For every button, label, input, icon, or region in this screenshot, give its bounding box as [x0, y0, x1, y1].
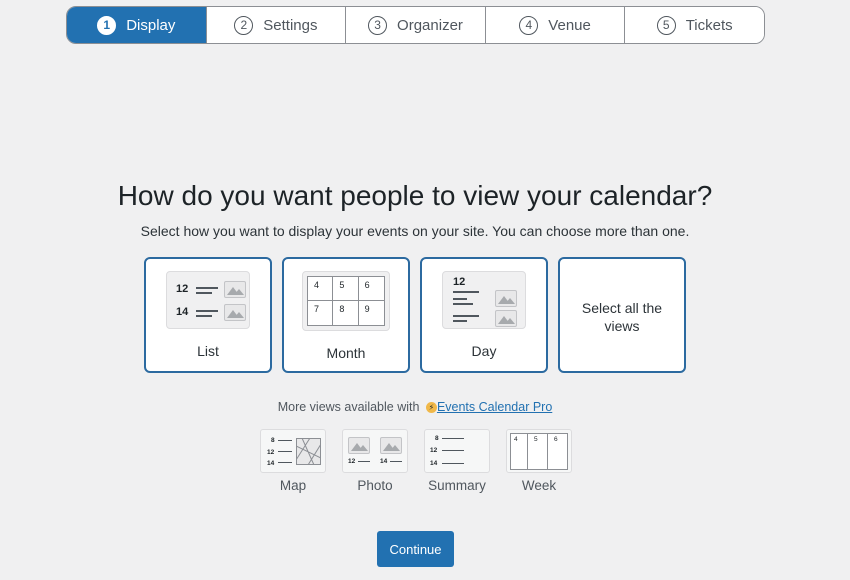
step-settings[interactable]: 2 Settings — [206, 7, 347, 43]
step-tickets[interactable]: 5 Tickets — [625, 7, 764, 43]
step-label: Display — [126, 16, 176, 34]
page-subtitle: Select how you want to display your even… — [140, 223, 690, 239]
pro-view-summary: 8 12 14 Summary — [424, 429, 490, 493]
step-label: Settings — [263, 16, 318, 34]
list-view-icon: 12 14 — [166, 271, 250, 329]
page-title: How do you want people to view your cale… — [117, 180, 713, 211]
step-label: Venue — [548, 16, 591, 34]
map-view-icon: 8 12 14 — [260, 429, 326, 473]
step-organizer[interactable]: 3 Organizer — [346, 7, 486, 43]
wizard-stepper: 1 Display 2 Settings 3 Organizer 4 Venue… — [66, 6, 765, 44]
step-display[interactable]: 1 Display — [67, 7, 207, 43]
continue-button[interactable]: Continue — [377, 531, 454, 567]
step-number: 2 — [234, 15, 254, 35]
view-card-day[interactable]: 12 Day — [420, 257, 548, 373]
view-card-label: Select all the views — [581, 300, 663, 334]
pro-upsell-text: More views available with ⚡ Events Calend… — [277, 400, 553, 414]
view-card-month[interactable]: 4 5 6 7 8 9 Month — [282, 257, 410, 373]
events-calendar-pro-link[interactable]: Events Calendar Pro — [437, 400, 552, 414]
step-number: 3 — [368, 15, 388, 35]
pro-view-label: Map — [279, 478, 307, 493]
day-view-icon: 12 — [442, 271, 526, 329]
pro-view-label: Photo — [357, 478, 393, 493]
lightning-icon: ⚡ — [425, 402, 437, 413]
view-card-label: Day — [471, 343, 497, 359]
view-card-list[interactable]: 12 14 List — [144, 257, 272, 373]
step-label: Organizer — [397, 16, 463, 34]
step-venue[interactable]: 4 Venue — [485, 7, 626, 43]
pro-view-photo: 12 14 Photo — [342, 429, 408, 493]
photo-view-icon: 12 14 — [342, 429, 408, 473]
month-view-icon: 4 5 6 7 8 9 — [302, 271, 390, 331]
summary-view-icon: 8 12 14 — [424, 429, 490, 473]
week-view-icon: 4 5 6 — [506, 429, 572, 473]
pro-view-label: Summary — [428, 478, 486, 493]
pro-view-label: Week — [521, 478, 557, 493]
step-number: 4 — [519, 15, 539, 35]
pro-view-week: 4 5 6 Week — [506, 429, 572, 493]
step-number: 1 — [97, 15, 117, 35]
view-card-label: Month — [326, 345, 366, 361]
pro-view-map: 8 12 14 Map — [260, 429, 326, 493]
step-number: 5 — [656, 15, 676, 35]
view-card-select-all[interactable]: Select all the views — [558, 257, 686, 373]
step-label: Tickets — [685, 16, 733, 34]
view-card-label: List — [197, 343, 219, 359]
